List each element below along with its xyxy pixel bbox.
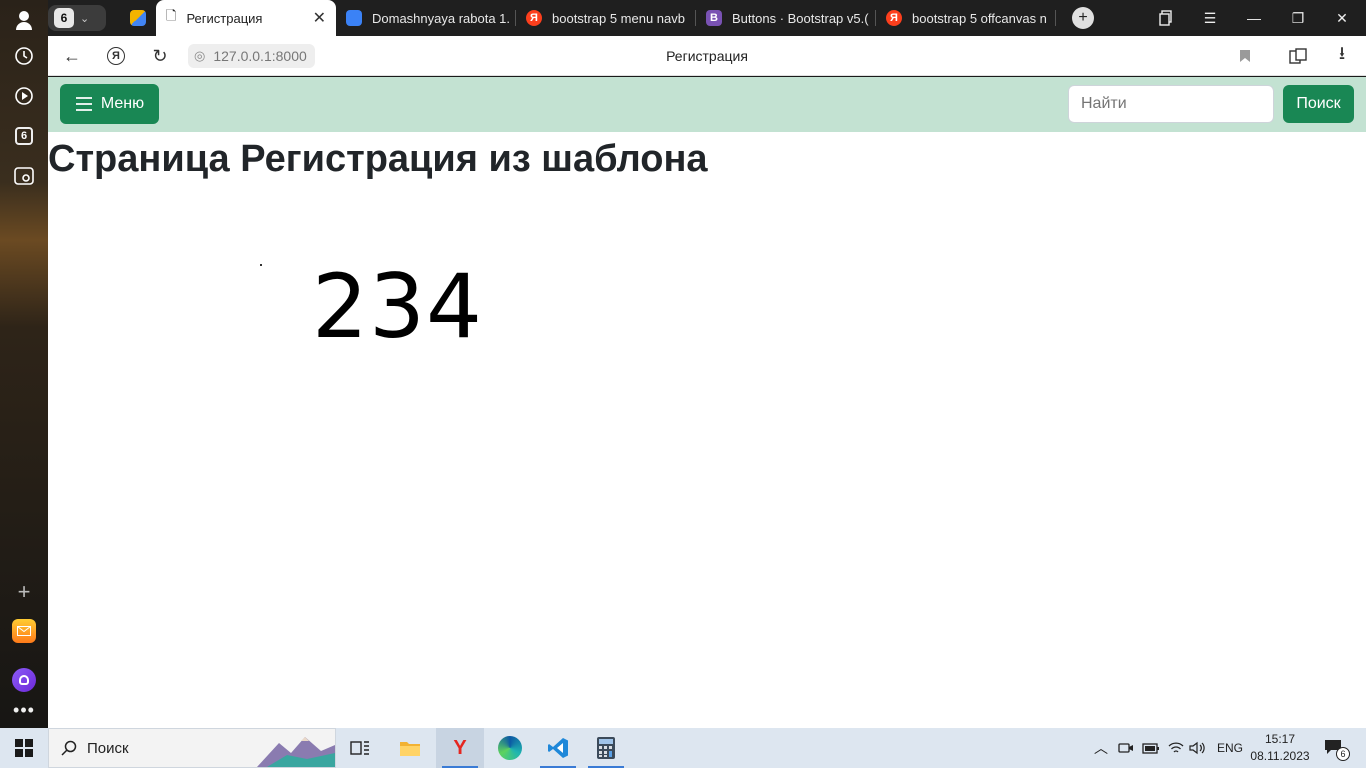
tab-group[interactable]: 6 ⌄ [48,5,106,31]
search-input[interactable] [1068,85,1274,123]
mountain-decoration-icon [257,729,335,767]
search-button[interactable]: Поиск [1283,85,1354,123]
alice-icon[interactable] [8,664,40,696]
task-view-icon [350,741,369,755]
globe-icon: ◎ [194,48,206,63]
chevron-down-icon: ⌄ [80,12,90,25]
url-text: 127.0.0.1:8000 [213,48,307,64]
yandex-favicon-icon: Я [526,10,542,26]
mail-icon[interactable] [8,615,40,647]
doc-favicon-icon [346,10,362,26]
reload-button[interactable]: ↻ [146,42,174,70]
page-file-icon: 🗋 [166,8,177,23]
hamburger-icon [75,97,92,111]
plus-icon: + [1072,7,1094,29]
sheets-favicon-icon [130,10,146,26]
taskbar-search[interactable]: Поиск [48,728,336,768]
start-button[interactable] [0,728,48,768]
history-icon[interactable] [8,40,40,72]
notifications-icon[interactable]: 6 [1324,728,1350,768]
url-field[interactable]: ◎ 127.0.0.1:8000 [188,44,315,68]
menu-button[interactable]: Меню [60,84,159,124]
vscode-icon [548,738,568,758]
bootstrap-favicon-icon: B [706,10,722,26]
collections-icon[interactable] [1144,0,1188,36]
bookmark-icon[interactable] [1231,42,1259,70]
tab-title: bootstrap 5 menu navb [552,10,685,26]
address-bar: Регистрация ← Я ↻ ◎ 127.0.0.1:8000 ⭳ [48,36,1366,76]
navbar: Меню Поиск [48,77,1366,132]
tab-pinned-sheets[interactable] [120,0,156,36]
notifications-badge: 6 [1336,747,1350,761]
page-heading: Страница Регистрация из шаблона [48,138,708,180]
volume-icon[interactable] [1189,728,1207,768]
wifi-icon[interactable] [1168,728,1184,768]
yandex-browser-icon: Y [453,736,467,759]
clock-date: 08.11.2023 [1250,749,1310,763]
task-view-button[interactable] [336,728,384,768]
menu-button-label: Меню [100,95,145,112]
big-number: 234 [312,255,483,358]
tab-group-count: 6 [54,8,74,28]
language-indicator[interactable]: ENG [1217,728,1243,768]
tabs-count-icon[interactable]: 6 [8,120,40,152]
calculator-button[interactable] [582,728,630,768]
hamburger-menu-icon[interactable]: ☰ [1188,0,1232,36]
yandex-favicon-icon: Я [886,10,902,26]
video-icon[interactable] [8,80,40,112]
close-icon[interactable]: ✕ [313,8,326,28]
meet-now-icon[interactable] [1118,728,1134,768]
page-viewport: Меню Поиск Страница Регистрация из шабло… [48,77,1366,728]
new-tab-button[interactable]: + [1061,0,1105,36]
more-icon[interactable]: ••• [8,694,40,726]
calculator-icon [597,737,615,759]
tab-strip: 6 ⌄ 🗋 Регистрация ✕ Domashnyaya rabota 1… [48,0,1366,36]
tab-registration[interactable]: 🗋 Регистрация ✕ [156,0,336,36]
close-window-button[interactable]: ✕ [1320,0,1364,36]
add-panel-icon[interactable]: + [8,576,40,608]
back-button[interactable]: ← [58,42,86,70]
minimize-button[interactable]: — [1232,0,1276,36]
battery-icon[interactable] [1142,728,1160,768]
windows-icon [15,739,33,757]
edge-button[interactable] [486,728,534,768]
restore-button[interactable]: ❐ [1276,0,1320,36]
profile-icon[interactable] [8,4,40,36]
stray-dot [260,264,262,266]
tab-bootstrap-buttons[interactable]: B Buttons · Bootstrap v5.( [696,0,876,36]
screenshot-icon[interactable] [8,160,40,192]
tab-title: Buttons · Bootstrap v5.( [732,10,869,26]
clock-time: 15:17 [1264,732,1296,746]
vscode-button[interactable] [534,728,582,768]
search-icon [61,740,77,756]
clock[interactable]: 15:17 08.11.2023 [1250,731,1310,765]
folder-icon [400,742,420,756]
tab-bootstrap-menu[interactable]: Я bootstrap 5 menu navb [516,0,696,36]
tray-overflow-icon[interactable]: ︿ [1094,728,1108,768]
tab-domashnyaya[interactable]: Domashnyaya rabota 1. [336,0,516,36]
taskbar-search-label: Поиск [87,739,129,757]
yandex-home-button[interactable]: Я [102,42,130,70]
download-icon[interactable]: ⭳ [1328,42,1356,70]
browser-sidepanel: 6 + ••• [0,0,48,728]
protect-icon[interactable] [1284,42,1312,70]
file-explorer-button[interactable] [386,728,434,768]
yandex-browser-button[interactable]: Y [436,728,484,768]
tab-title: bootstrap 5 offcanvas n [912,10,1047,26]
tab-title: Регистрация [186,10,263,26]
tab-title: Domashnyaya rabota 1. [372,10,511,26]
edge-icon [498,736,522,760]
tab-bootstrap-offcanvas[interactable]: Я bootstrap 5 offcanvas n [876,0,1056,36]
tabs-count-badge: 6 [15,127,33,145]
taskbar: Поиск Y ︿ ENG 15:17 08.11.2023 6 [0,728,1366,768]
